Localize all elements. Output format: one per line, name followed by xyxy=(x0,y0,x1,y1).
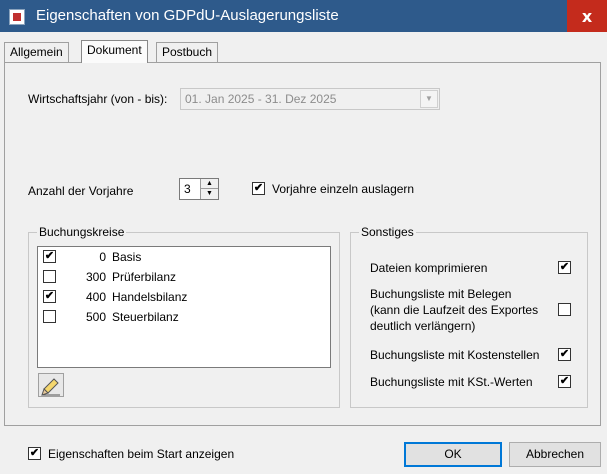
option-komprimieren-label: Dateien komprimieren xyxy=(370,261,488,275)
ok-button[interactable]: OK xyxy=(404,442,502,467)
wirtschaftsjahr-select[interactable]: 01. Jan 2025 - 31. Dez 2025 ▼ xyxy=(180,88,440,110)
edit-button[interactable] xyxy=(38,373,64,397)
item-name: Prüferbilanz xyxy=(112,270,177,284)
item-name: Steuerbilanz xyxy=(112,310,179,324)
buchungskreise-list[interactable]: ✔ 0 Basis 300 Prüferbilanz ✔ 400 Handels… xyxy=(37,246,331,368)
option-belege-label-line2: (kann die Laufzeit des Exportes xyxy=(370,303,539,317)
item-checkbox[interactable]: ✔ xyxy=(43,290,56,303)
vorjahre-einzeln-checkbox[interactable]: ✔ xyxy=(252,182,265,195)
item-checkbox[interactable] xyxy=(43,310,56,323)
close-button[interactable]: x xyxy=(567,0,607,32)
item-number: 400 xyxy=(85,290,106,304)
item-checkbox[interactable]: ✔ xyxy=(43,250,56,263)
option-belege-checkbox[interactable] xyxy=(558,303,571,316)
wirtschaftsjahr-value: 01. Jan 2025 - 31. Dez 2025 xyxy=(185,92,337,106)
title-bar: Eigenschaften von GDPdU-Auslagerungslist… xyxy=(0,0,607,32)
item-number: 0 xyxy=(99,250,106,264)
wirtschaftsjahr-label: Wirtschaftsjahr (von - bis): xyxy=(28,92,168,106)
item-name: Handelsbilanz xyxy=(112,290,188,304)
item-number: 300 xyxy=(85,270,106,284)
option-kostenstellen-checkbox[interactable]: ✔ xyxy=(558,348,571,361)
vorjahre-value: 3 xyxy=(184,182,191,196)
tab-dokument[interactable]: Dokument xyxy=(81,40,148,63)
tab-allgemein[interactable]: Allgemein xyxy=(4,42,69,62)
option-belege-label: Buchungsliste mit Belegen xyxy=(370,287,512,301)
list-item[interactable]: 500 Steuerbilanz xyxy=(38,307,330,327)
cancel-button[interactable]: Abbrechen xyxy=(509,442,601,467)
list-item[interactable]: ✔ 0 Basis xyxy=(38,247,330,267)
option-kostenstellen-label: Buchungsliste mit Kostenstellen xyxy=(370,348,540,362)
option-kst-werte-checkbox[interactable]: ✔ xyxy=(558,375,571,388)
app-icon xyxy=(9,9,25,25)
sonstiges-title: Sonstiges xyxy=(359,225,416,239)
show-on-start-checkbox[interactable]: ✔ xyxy=(28,447,41,460)
pencil-icon xyxy=(41,378,60,396)
vorjahre-spinner[interactable]: 3 ▲ ▼ xyxy=(179,178,219,200)
chevron-down-icon[interactable]: ▼ xyxy=(420,90,438,108)
list-item[interactable]: 300 Prüferbilanz xyxy=(38,267,330,287)
buchungskreise-title: Buchungskreise xyxy=(37,225,127,239)
show-on-start-label: Eigenschaften beim Start anzeigen xyxy=(48,447,235,461)
window-title: Eigenschaften von GDPdU-Auslagerungslist… xyxy=(36,7,339,24)
vorjahre-label: Anzahl der Vorjahre xyxy=(28,184,134,198)
spin-up-icon[interactable]: ▲ xyxy=(200,179,218,189)
option-belege-label-line3: deutlich verlängern) xyxy=(370,319,476,333)
vorjahre-einzeln-label: Vorjahre einzeln auslagern xyxy=(272,182,415,196)
item-name: Basis xyxy=(112,250,142,264)
item-checkbox[interactable] xyxy=(43,270,56,283)
list-item[interactable]: ✔ 400 Handelsbilanz xyxy=(38,287,330,307)
tab-postbuch[interactable]: Postbuch xyxy=(156,42,219,62)
spin-down-icon[interactable]: ▼ xyxy=(200,189,218,199)
close-icon: x xyxy=(581,6,593,26)
item-number: 500 xyxy=(85,310,106,324)
option-kst-werte-label: Buchungsliste mit KSt.-Werten xyxy=(370,375,533,389)
option-komprimieren-checkbox[interactable]: ✔ xyxy=(558,261,571,274)
